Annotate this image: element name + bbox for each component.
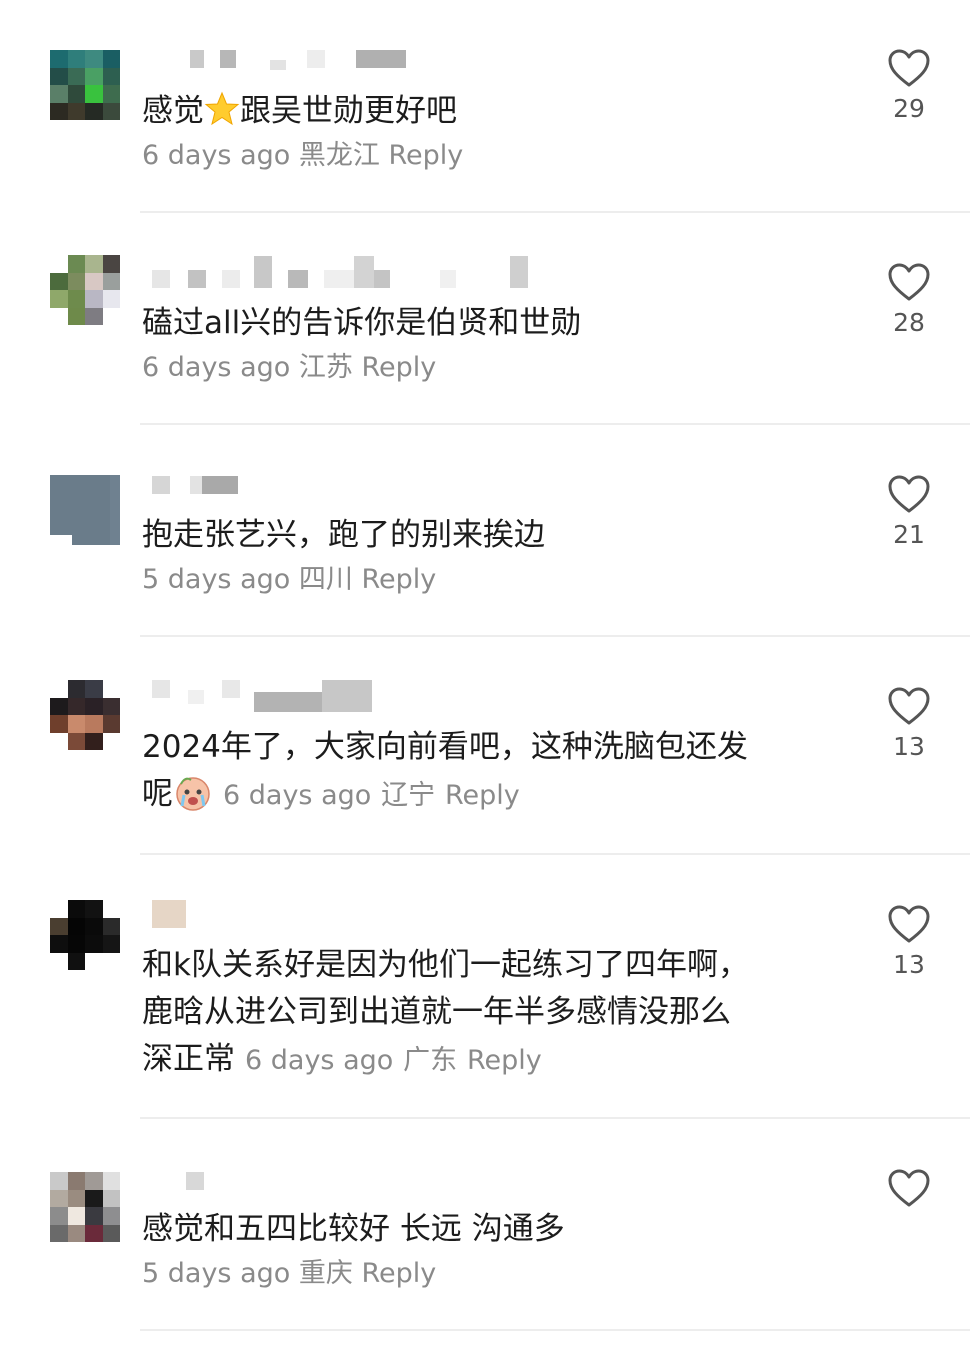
like-count: 28: [893, 308, 925, 337]
like-count: 21: [893, 520, 925, 549]
reply-button[interactable]: Reply: [388, 140, 463, 171]
username-blurred[interactable]: [142, 256, 532, 288]
comment-text: 和k队关系好是因为他们一起练习了四年啊， 鹿晗从进公司到出道就一年半多感情没那么…: [142, 947, 749, 1077]
comment-time: 6 days ago: [245, 1045, 394, 1076]
reply-button[interactable]: Reply: [361, 564, 436, 595]
comment-location: 黑龙江: [298, 140, 380, 171]
username-blurred[interactable]: [142, 1172, 212, 1190]
reply-button[interactable]: Reply: [361, 1258, 436, 1289]
comment-text: 感觉和五四比较好 长远 沟通多: [142, 1211, 565, 1247]
heart-icon: [888, 263, 930, 301]
like-button[interactable]: 29: [880, 48, 938, 124]
like-count: 13: [893, 732, 925, 761]
comment-meta: 5 days ago 重庆 Reply: [142, 1256, 436, 1292]
comment-location: 四川: [298, 564, 353, 595]
avatar[interactable]: [50, 475, 120, 545]
comment-time: 5 days ago: [142, 564, 291, 595]
comment-location: 重庆: [298, 1258, 353, 1289]
comment-time: 5 days ago: [142, 1258, 291, 1289]
divider: [140, 1117, 970, 1119]
username-blurred[interactable]: [142, 476, 252, 494]
like-count: 13: [893, 950, 925, 979]
heart-icon: [888, 687, 930, 725]
heart-icon: [888, 905, 930, 943]
like-button[interactable]: 28: [880, 262, 938, 338]
username-blurred[interactable]: [142, 50, 412, 70]
like-button[interactable]: [880, 1168, 938, 1214]
username-blurred[interactable]: [142, 680, 382, 712]
avatar[interactable]: [50, 255, 120, 325]
like-button[interactable]: 13: [880, 904, 938, 980]
like-count: 29: [893, 94, 925, 123]
reply-button[interactable]: Reply: [445, 780, 520, 811]
comment-location: 江苏: [298, 352, 353, 383]
comment-text: 感觉 跟吴世勋更好吧: [142, 91, 457, 129]
comment-meta: 5 days ago 四川 Reply: [142, 562, 436, 598]
comment-meta: 6 days ago 黑龙江 Reply: [142, 138, 463, 174]
crying-face-emoji-icon: [176, 777, 210, 811]
username-blurred[interactable]: [142, 900, 202, 928]
divider: [140, 853, 970, 855]
comment-text: 抱走张艺兴，跑了的别来挨边: [142, 517, 545, 553]
comment-text: 磕过all兴的告诉你是伯贤和世勋: [142, 305, 582, 341]
like-button[interactable]: 13: [880, 686, 938, 762]
divider: [140, 635, 970, 637]
heart-icon: [888, 1169, 930, 1207]
divider: [140, 423, 970, 425]
comment-text: 2024年了，大家向前看吧，这种洗脑包还发 呢6 days ago 辽宁 Rep…: [142, 729, 748, 812]
reply-button[interactable]: Reply: [467, 1045, 542, 1076]
comment-time: 6 days ago: [142, 352, 291, 383]
avatar[interactable]: [50, 1172, 120, 1242]
star-emoji-icon: [204, 91, 240, 126]
comment-location: 广东: [403, 1045, 458, 1076]
heart-icon: [888, 49, 930, 87]
divider: [140, 211, 970, 213]
comment-location: 辽宁: [381, 780, 436, 811]
avatar[interactable]: [50, 900, 120, 970]
heart-icon: [888, 475, 930, 513]
avatar[interactable]: [50, 50, 120, 120]
like-button[interactable]: 21: [880, 474, 938, 550]
avatar[interactable]: [50, 680, 120, 750]
comment-time: 6 days ago: [223, 780, 372, 811]
comment-time: 6 days ago: [142, 140, 291, 171]
reply-button[interactable]: Reply: [361, 352, 436, 383]
comment-meta: 6 days ago 江苏 Reply: [142, 350, 436, 386]
divider: [140, 1329, 970, 1331]
